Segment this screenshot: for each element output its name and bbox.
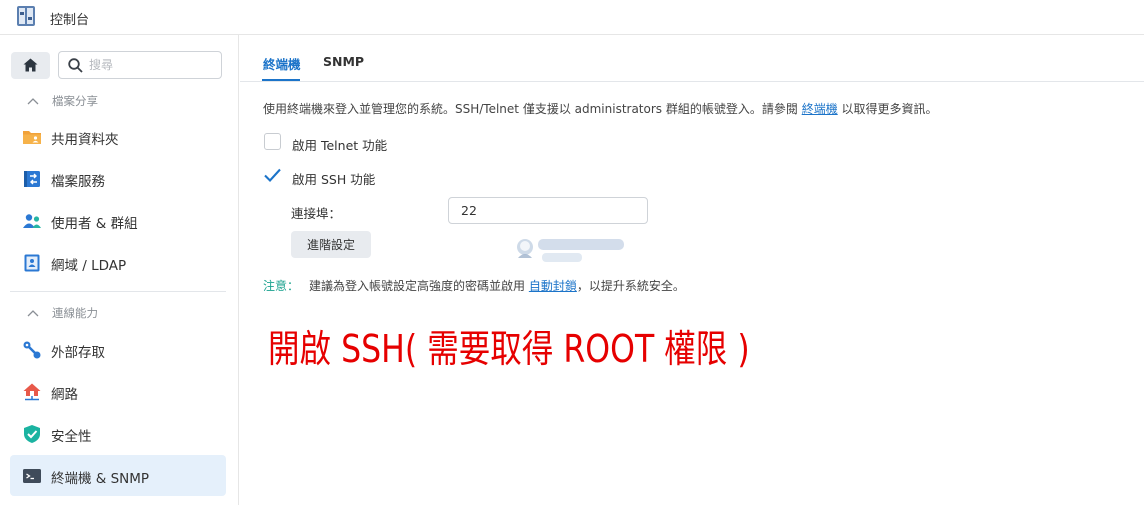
sidebar-item-external-access[interactable]: 外部存取	[10, 329, 226, 370]
description-text-end: 以取得更多資訊。	[837, 102, 938, 116]
chevron-up-icon	[27, 310, 39, 317]
advanced-settings-button[interactable]: 進階設定	[291, 231, 371, 258]
sidebar-item-label: 外部存取	[51, 345, 105, 361]
sidebar-item-terminal-snmp[interactable]: 終端機 & SNMP	[10, 455, 226, 496]
terminal-help-link[interactable]: 終端機	[802, 102, 838, 116]
section-label: 檔案分享	[52, 94, 98, 108]
section-header-file-sharing[interactable]: 檔案分享	[26, 93, 98, 109]
sidebar-item-users-groups[interactable]: 使用者 & 群組	[10, 200, 226, 241]
search-icon	[68, 58, 83, 73]
security-shield-icon	[24, 425, 40, 443]
sidebar-item-label: 安全性	[51, 429, 92, 445]
red-annotation: 開啟 SSH( 需要取得 ROOT 權限 )	[268, 327, 750, 371]
sidebar-item-label: 網路	[51, 387, 78, 403]
home-button[interactable]	[11, 52, 50, 79]
ssh-checkbox[interactable]	[263, 167, 282, 184]
section-label: 連線能力	[52, 306, 98, 320]
checkmark-icon	[264, 168, 281, 183]
security-note: 注意： 建議為登入帳號設定高強度的密碼並啟用 自動封鎖，以提升系統安全。	[263, 277, 685, 294]
tab-bar: 終端機 SNMP	[240, 35, 1144, 82]
port-label: 連接埠：	[291, 206, 342, 221]
active-tab-indicator	[262, 79, 300, 81]
home-icon	[23, 58, 38, 72]
section-header-connectivity[interactable]: 連線能力	[26, 305, 98, 321]
shared-folder-icon	[23, 131, 41, 144]
telnet-label: 啟用 Telnet 功能	[292, 138, 388, 153]
note-label: 注意：	[263, 279, 300, 293]
sidebar-item-security[interactable]: 安全性	[10, 413, 226, 454]
ssh-label: 啟用 SSH 功能	[292, 172, 376, 187]
sidebar-item-shared-folder[interactable]: 共用資料夾	[10, 116, 226, 157]
watermark-logo	[517, 239, 624, 262]
divider	[10, 291, 226, 292]
description-text: 使用終端機來登入並管理您的系統。SSH/Telnet 僅支援以 administ…	[263, 102, 802, 116]
title-bar: 控制台	[0, 0, 1144, 35]
search-input[interactable]	[89, 56, 214, 74]
sidebar-item-network[interactable]: 網路	[10, 371, 226, 412]
file-services-icon	[24, 171, 40, 187]
note-text: 建議為登入帳號設定高強度的密碼並啟用	[309, 279, 529, 293]
telnet-checkbox[interactable]	[264, 133, 281, 150]
tab-snmp[interactable]: SNMP	[323, 54, 364, 69]
sidebar-item-label: 共用資料夾	[51, 132, 119, 148]
terminal-description: 使用終端機來登入並管理您的系統。SSH/Telnet 僅支援以 administ…	[263, 100, 938, 117]
search-box[interactable]	[58, 51, 222, 79]
sidebar-item-label: 終端機 & SNMP	[51, 471, 150, 487]
control-panel-icon	[17, 6, 35, 26]
port-input[interactable]	[448, 197, 648, 224]
users-groups-icon	[23, 214, 41, 228]
domain-ldap-icon	[24, 254, 40, 272]
sidebar-item-label: 網域 / LDAP	[51, 258, 127, 274]
chevron-up-icon	[27, 98, 39, 105]
sidebar-item-label: 使用者 & 群組	[51, 216, 138, 232]
auto-block-link[interactable]: 自動封鎖	[529, 279, 577, 293]
window-title: 控制台	[50, 13, 90, 28]
sidebar-item-domain-ldap[interactable]: 網域 / LDAP	[10, 242, 226, 283]
terminal-icon	[23, 469, 41, 483]
tab-terminal[interactable]: 終端機	[263, 54, 301, 73]
external-access-icon	[23, 341, 41, 359]
sidebar-item-label: 檔案服務	[51, 174, 105, 190]
sidebar-item-file-services[interactable]: 檔案服務	[10, 158, 226, 199]
sidebar: 檔案分享 共用資料夾 檔案服務 使用者 & 群組	[0, 35, 239, 505]
note-text-end: ，以提升系統安全。	[576, 279, 685, 293]
network-icon	[23, 383, 41, 401]
